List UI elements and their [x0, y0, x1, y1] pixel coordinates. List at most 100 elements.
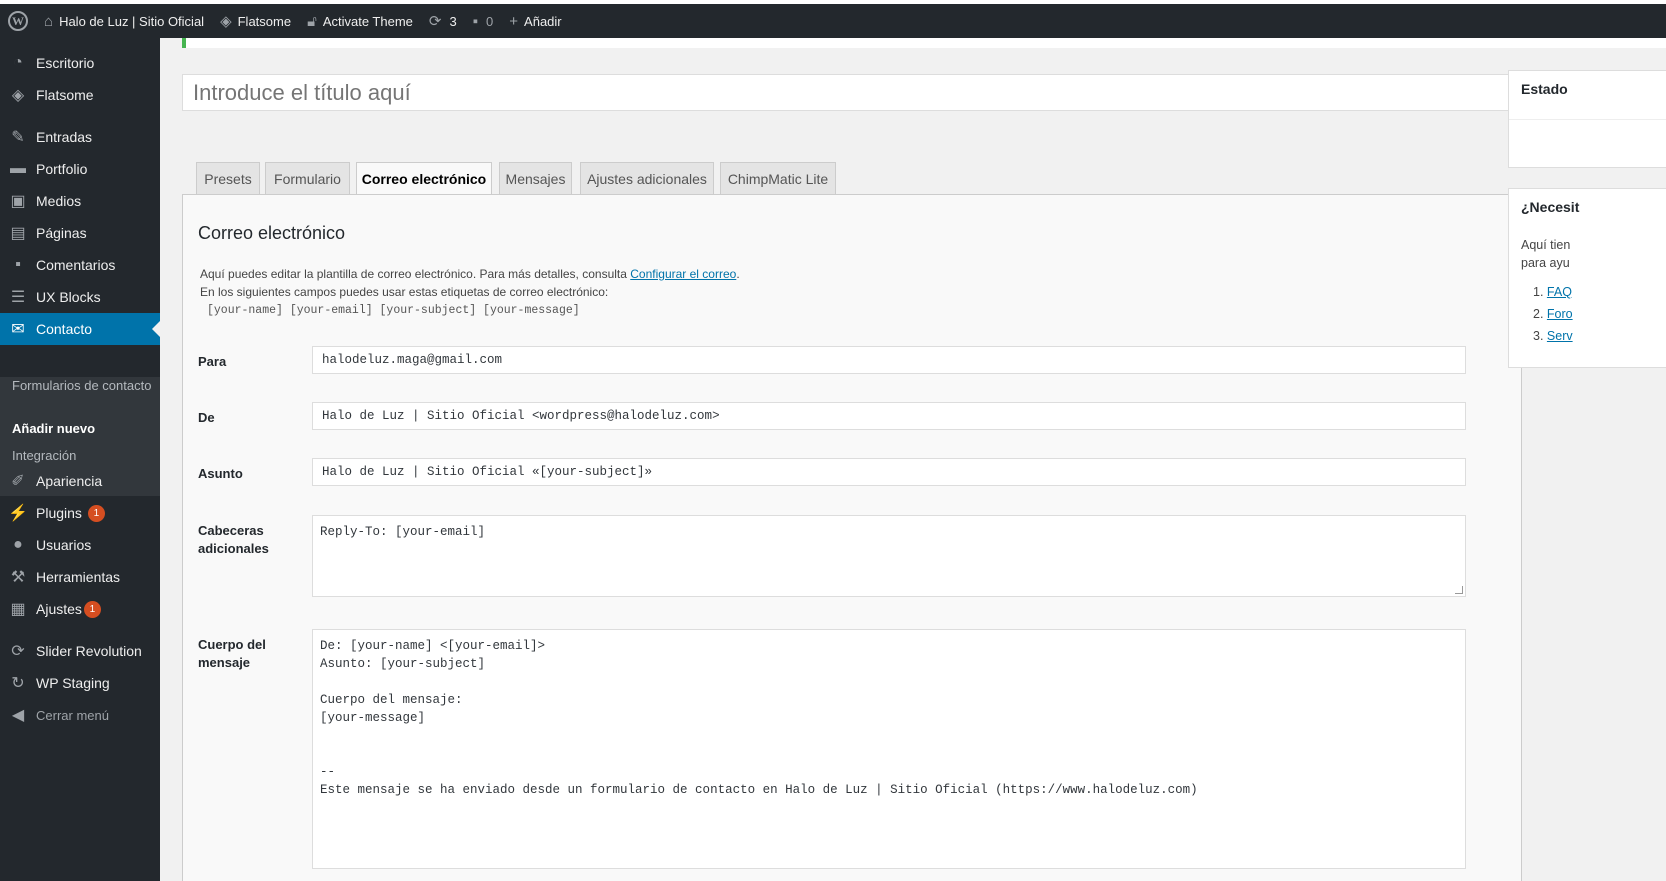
sidebar-item-entradas[interactable]: ✎ Entradas	[0, 121, 160, 153]
comment-icon: ▪	[15, 256, 21, 273]
submenu-add-new[interactable]: Añadir nuevo	[12, 420, 152, 438]
settings-icon: ▦	[10, 601, 26, 618]
title-input[interactable]	[182, 74, 1522, 111]
lock-icon: 🔓︎	[307, 12, 317, 30]
faq-link[interactable]: FAQ	[1547, 285, 1572, 299]
dashboard-icon: ◔	[13, 54, 23, 71]
folder-icon: ▬	[10, 160, 26, 177]
help-link-item: 1. FAQ	[1533, 285, 1572, 299]
mail-description: Aquí puedes editar la plantilla de corre…	[200, 267, 740, 281]
body-textarea[interactable]: De: [your-name] <[your-email]> Asunto: [y…	[312, 629, 1466, 869]
body-label: Cuerpo del mensaje	[198, 637, 266, 670]
sidebar-item-slider-revolution[interactable]: ⟳ Slider Revolution	[0, 635, 160, 667]
sidebar-item-ux-blocks[interactable]: ☰ UX Blocks	[0, 281, 160, 313]
activate-theme-link[interactable]: 🔓︎ Activate Theme	[299, 4, 421, 38]
admin-bar: W ⌂ Halo de Luz | Sitio Oficial ◈ Flatsome…	[0, 0, 1666, 38]
collapse-menu-button[interactable]: ◀ Cerrar menú	[0, 699, 160, 731]
help-box: ¿Necesit Aquí tien para ayu 1. FAQ 2. Fo…	[1508, 188, 1666, 368]
main-content: Presets Formulario Correo electrónico Me…	[160, 38, 1666, 881]
sidebar-item-contacto[interactable]: ✉ Contacto	[0, 313, 160, 345]
body-line: De: [your-name] <[your-email]>	[320, 639, 546, 653]
tab-correo[interactable]: Correo electrónico	[356, 162, 492, 196]
sidebar-item-plugins[interactable]: ⚡ Plugins 1	[0, 497, 160, 529]
sync-icon: ↻	[11, 675, 25, 692]
submenu-integration[interactable]: Integración	[12, 447, 152, 465]
updates-link[interactable]: ⟳ 3	[421, 4, 465, 38]
refresh-icon: ⟳	[11, 643, 25, 660]
wp-logo-menu[interactable]: W	[0, 4, 36, 38]
divider	[1509, 119, 1666, 120]
mail-tags-intro: En los siguientes campos puedes usar est…	[200, 285, 609, 299]
collapse-icon: ◀	[11, 707, 25, 724]
blocks-icon: ☰	[10, 289, 26, 306]
user-icon: ●	[13, 536, 23, 553]
body-line: Asunto: [your-subject]	[320, 657, 486, 671]
body-line: Cuerpo del mensaje:	[320, 693, 463, 707]
tab-chimpmatic[interactable]: ChimpMatic Lite	[720, 162, 836, 195]
brush-icon: ✐	[11, 473, 25, 490]
plugins-update-badge: 1	[87, 504, 105, 522]
sidebar-item-wp-staging[interactable]: ↻ WP Staging	[0, 667, 160, 699]
comment-icon: ▪	[472, 12, 479, 30]
headers-label: Cabeceras adicionales	[198, 523, 269, 556]
wordpress-icon: W	[8, 11, 28, 31]
add-new-link[interactable]: + Añadir	[501, 4, 569, 38]
help-link-item: 3. Serv	[1533, 329, 1573, 343]
forum-link[interactable]: Foro	[1547, 307, 1573, 321]
media-icon: ▣	[10, 193, 26, 210]
mail-panel: Correo electrónico Aquí puedes editar la…	[182, 194, 1522, 881]
theme-link[interactable]: ◈ Flatsome	[212, 4, 299, 38]
sidebar-item-flatsome[interactable]: ◈ Flatsome	[0, 79, 160, 111]
sidebar-item-apariencia[interactable]: ✐ Apariencia	[0, 465, 160, 497]
wrench-icon: ⚒	[10, 569, 26, 586]
notice-border	[182, 38, 186, 48]
from-field[interactable]: Halo de Luz | Sitio Oficial <wordpress@h…	[312, 402, 1466, 430]
plus-icon: +	[509, 12, 519, 30]
services-link[interactable]: Serv	[1547, 329, 1573, 343]
site-name-link[interactable]: ⌂ Halo de Luz | Sitio Oficial	[36, 4, 212, 38]
admin-notice	[182, 38, 1666, 48]
plugin-icon: ⚡	[8, 505, 28, 522]
help-text: Aquí tien	[1521, 238, 1571, 252]
sidebar-item-usuarios[interactable]: ● Usuarios	[0, 529, 160, 561]
to-label: Para	[198, 354, 227, 369]
submenu-forms[interactable]: Formularios de contacto	[12, 377, 152, 395]
sidebar-item-paginas[interactable]: ▤ Páginas	[0, 217, 160, 249]
resize-handle[interactable]	[1455, 586, 1463, 594]
configure-mail-link[interactable]: Configurar el correo	[630, 267, 736, 281]
from-label: De	[198, 410, 215, 425]
pages-icon: ▤	[10, 225, 26, 242]
admin-sidebar: ◔ Escritorio ◈ Flatsome ✎ Entradas ▬ Portfol…	[0, 38, 160, 881]
help-text: para ayu	[1521, 256, 1570, 270]
status-title: Estado	[1521, 81, 1568, 97]
ajustes-update-badge: 1	[83, 600, 101, 618]
tab-mensajes[interactable]: Mensajes	[499, 162, 572, 195]
headers-textarea[interactable]: Reply-To: [your-email]	[312, 515, 1466, 597]
sidebar-item-portfolio[interactable]: ▬ Portfolio	[0, 153, 160, 185]
comments-link[interactable]: ▪ 0	[465, 4, 502, 38]
home-icon: ⌂	[44, 12, 54, 30]
flatsome-icon: ◈	[11, 87, 25, 104]
tab-presets[interactable]: Presets	[196, 162, 260, 195]
tab-ajustes-adicionales[interactable]: Ajustes adicionales	[580, 162, 714, 195]
body-line: Este mensaje se ha enviado desde un form…	[320, 783, 1198, 797]
body-line: --	[320, 765, 336, 779]
tab-formulario[interactable]: Formulario	[265, 162, 350, 195]
body-line: [your-message]	[320, 711, 426, 725]
mail-tags: [your-name] [your-email] [your-subject] …	[207, 304, 580, 317]
help-link-item: 2. Foro	[1533, 307, 1573, 321]
subject-field[interactable]: Halo de Luz | Sitio Oficial «[your-subje…	[312, 458, 1466, 486]
subject-label: Asunto	[198, 466, 243, 481]
to-field[interactable]: halodeluz.maga@gmail.com	[312, 346, 1466, 374]
mail-heading: Correo electrónico	[198, 223, 346, 243]
sidebar-item-comentarios[interactable]: ▪ Comentarios	[0, 249, 160, 281]
sidebar-item-herramientas[interactable]: ⚒ Herramientas	[0, 561, 160, 593]
updates-icon: ⟳	[428, 12, 442, 30]
pin-icon: ✎	[11, 129, 25, 146]
sidebar-item-medios[interactable]: ▣ Medios	[0, 185, 160, 217]
sidebar-item-escritorio[interactable]: ◔ Escritorio	[0, 47, 160, 79]
help-title: ¿Necesit	[1521, 199, 1580, 215]
mail-icon: ✉	[11, 321, 25, 338]
status-box: Estado	[1508, 70, 1666, 168]
sidebar-item-ajustes[interactable]: ▦ Ajustes 1	[0, 593, 160, 625]
